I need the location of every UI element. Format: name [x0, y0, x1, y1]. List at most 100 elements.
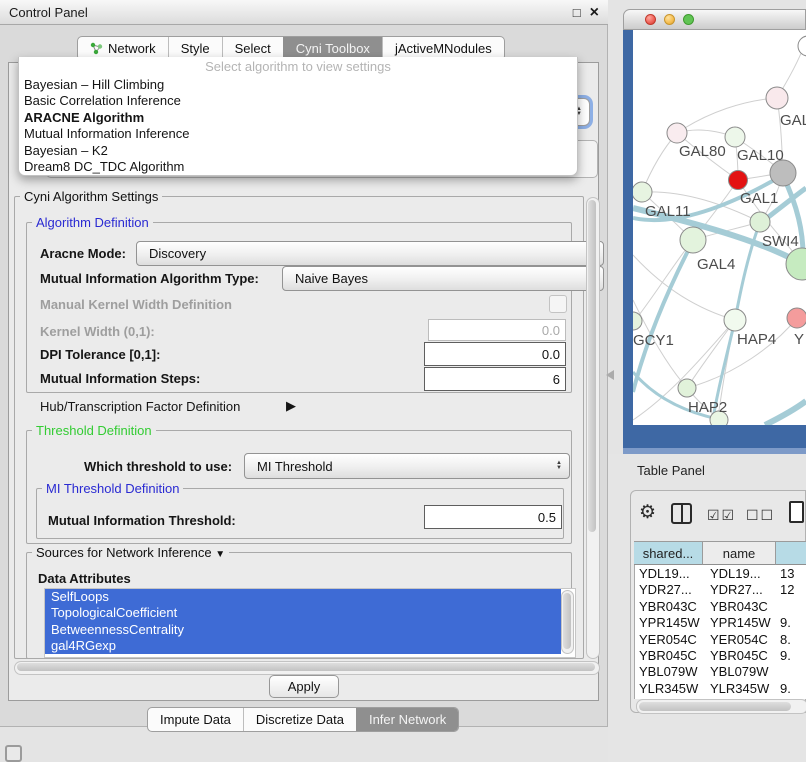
tab-infer-network[interactable]: Infer Network — [356, 708, 458, 731]
network-view-canvas[interactable]: GAL GAL80 GAL10 GAL1 GAL11 SWI4 GAL4 GCY… — [633, 30, 806, 425]
dropdown-item[interactable]: Mutual Information Inference — [19, 126, 577, 142]
network-node[interactable] — [724, 309, 746, 331]
table-row[interactable]: YPR145WYPR145W9. — [634, 615, 806, 631]
node-label: GAL11 — [645, 203, 691, 220]
gear-icon[interactable]: ⚙ — [639, 503, 656, 523]
table-horizontal-scrollbar[interactable] — [636, 699, 806, 714]
document-icon[interactable] — [789, 501, 804, 523]
manual-kernel-width-label: Manual Kernel Width Definition — [40, 297, 232, 312]
select-all-checkboxes-icon[interactable]: ☑☑ — [707, 507, 736, 524]
node-label: GAL1 — [740, 190, 778, 207]
table-row[interactable]: YER054CYER054C8. — [634, 632, 806, 648]
node-label: Y — [794, 331, 804, 348]
network-node[interactable] — [680, 227, 706, 253]
apply-button[interactable]: Apply — [269, 675, 339, 698]
table-row[interactable]: YBL079WYBL079W — [634, 664, 806, 680]
attribute-item-selected[interactable]: BetweennessCentrality — [45, 622, 561, 638]
network-frame-edge — [623, 448, 806, 454]
scrollbar-thumb[interactable] — [639, 702, 791, 711]
mi-steps-label: Mutual Information Steps: — [40, 371, 200, 386]
network-node[interactable] — [766, 87, 788, 109]
collapse-down-icon[interactable]: ▼ — [215, 549, 225, 560]
algorithm-definition-title: Algorithm Definition — [32, 215, 153, 230]
mi-algorithm-type-label: Mutual Information Algorithm Type: — [40, 271, 259, 286]
settings-vertical-scrollbar[interactable] — [586, 197, 600, 659]
threshold-definition-title: Threshold Definition — [32, 423, 156, 438]
network-window-titlebar — [623, 9, 806, 30]
node-label: HAP4 — [737, 331, 776, 348]
network-frame — [623, 30, 633, 450]
dropdown-item[interactable]: Dream8 DC_TDC Algorithm — [19, 159, 577, 175]
dropdown-item-selected[interactable]: ARACNE Algorithm — [19, 110, 577, 126]
scrollbar-thumb[interactable] — [17, 663, 595, 671]
control-panel-titlebar: Control Panel □ × — [0, 0, 608, 25]
network-node[interactable] — [787, 308, 806, 328]
panel-title: Control Panel — [9, 5, 88, 20]
sources-title: Sources for Network Inference ▼ — [32, 545, 229, 562]
table-row[interactable]: YDL19...YDL19...13 — [634, 566, 806, 582]
group-title: Cyni Algorithm Settings — [20, 189, 162, 204]
which-threshold-combo[interactable]: MI Threshold ▲▼ — [244, 453, 570, 479]
dropdown-placeholder: Select algorithm to view settings — [19, 57, 577, 77]
column-header-partial[interactable] — [776, 541, 806, 565]
table-row[interactable]: YLR345WYLR345W9. — [634, 681, 806, 697]
mi-threshold-definition-title: MI Threshold Definition — [42, 481, 183, 496]
aracne-mode-combo[interactable]: Discovery ▲▼ — [136, 241, 604, 266]
dpi-tolerance-label: DPI Tolerance [0,1]: — [40, 347, 160, 362]
kernel-width-label: Kernel Width (0,1): — [40, 324, 155, 339]
scrollbar-thumb[interactable] — [588, 200, 596, 532]
node-label: GCY1 — [633, 332, 674, 349]
network-node[interactable] — [798, 36, 806, 56]
network-node-gal1[interactable] — [729, 171, 748, 190]
tab-impute-data[interactable]: Impute Data — [148, 708, 243, 731]
attribute-item-selected[interactable]: gal4RGexp — [45, 638, 561, 654]
attribute-item-selected[interactable]: SelfLoops — [45, 589, 561, 605]
table-rows: YDL19...YDL19...13 YDR27...YDR27...12 YB… — [634, 566, 806, 699]
column-header-shared-name[interactable]: shared... — [634, 541, 703, 565]
panel-splitter-handle[interactable] — [606, 370, 614, 380]
expand-right-icon[interactable]: ▶ — [286, 398, 296, 414]
dropdown-item[interactable]: Basic Correlation Inference — [19, 93, 577, 109]
dropdown-item[interactable]: Bayesian – K2 — [19, 143, 577, 159]
manual-kernel-width-checkbox[interactable] — [549, 295, 567, 313]
mi-threshold-input[interactable] — [424, 505, 562, 529]
spinner-icon: ▲▼ — [556, 461, 562, 471]
table-row[interactable]: YBR045CYBR045C9. — [634, 648, 806, 664]
dpi-tolerance-input[interactable] — [424, 342, 566, 366]
mi-algorithm-type-combo[interactable]: Naive Bayes ▲▼ — [282, 266, 604, 291]
dropdown-item[interactable]: Bayesian – Hill Climbing — [19, 77, 577, 93]
mi-steps-input[interactable] — [424, 367, 566, 391]
zoom-traffic-light[interactable] — [683, 14, 694, 25]
tab-label: Network — [108, 38, 156, 59]
close-icon[interactable]: × — [590, 6, 599, 19]
table-row[interactable]: YBR043CYBR043C — [634, 599, 806, 615]
node-label: SWI4 — [762, 233, 799, 250]
close-traffic-light[interactable] — [645, 14, 656, 25]
network-node[interactable] — [678, 379, 696, 397]
node-label: HAP2 — [688, 399, 727, 416]
minimized-window-icon[interactable] — [5, 745, 22, 762]
cyni-bottom-tabbar: Impute Data Discretize Data Infer Networ… — [147, 707, 459, 732]
attribute-item-selected[interactable]: TopologicalCoefficient — [45, 605, 561, 621]
network-node[interactable] — [725, 127, 745, 147]
data-attributes-list: SelfLoops TopologicalCoefficient Between… — [44, 588, 576, 658]
network-node[interactable] — [750, 212, 770, 232]
minimize-traffic-light[interactable] — [664, 14, 675, 25]
node-label: GAL10 — [737, 147, 784, 164]
scrollbar-thumb[interactable] — [563, 593, 571, 649]
network-node[interactable] — [633, 182, 652, 202]
float-window-icon[interactable]: □ — [573, 6, 581, 19]
table-row[interactable]: YDR27...YDR27...12 — [634, 582, 806, 598]
attributes-scrollbar[interactable] — [561, 590, 574, 654]
kernel-width-input[interactable] — [428, 319, 566, 341]
tab-discretize-data[interactable]: Discretize Data — [243, 708, 356, 731]
mi-threshold-label: Mutual Information Threshold: — [48, 513, 236, 528]
columns-icon[interactable] — [671, 503, 692, 524]
settings-horizontal-scrollbar[interactable] — [14, 661, 600, 675]
network-node[interactable] — [667, 123, 687, 143]
network-node[interactable] — [786, 248, 806, 280]
column-header-name[interactable]: name — [703, 541, 776, 565]
deselect-all-checkboxes-icon[interactable]: ☐☐ — [746, 507, 775, 524]
table-panel-title: Table Panel — [637, 463, 705, 478]
network-icon — [90, 42, 103, 55]
